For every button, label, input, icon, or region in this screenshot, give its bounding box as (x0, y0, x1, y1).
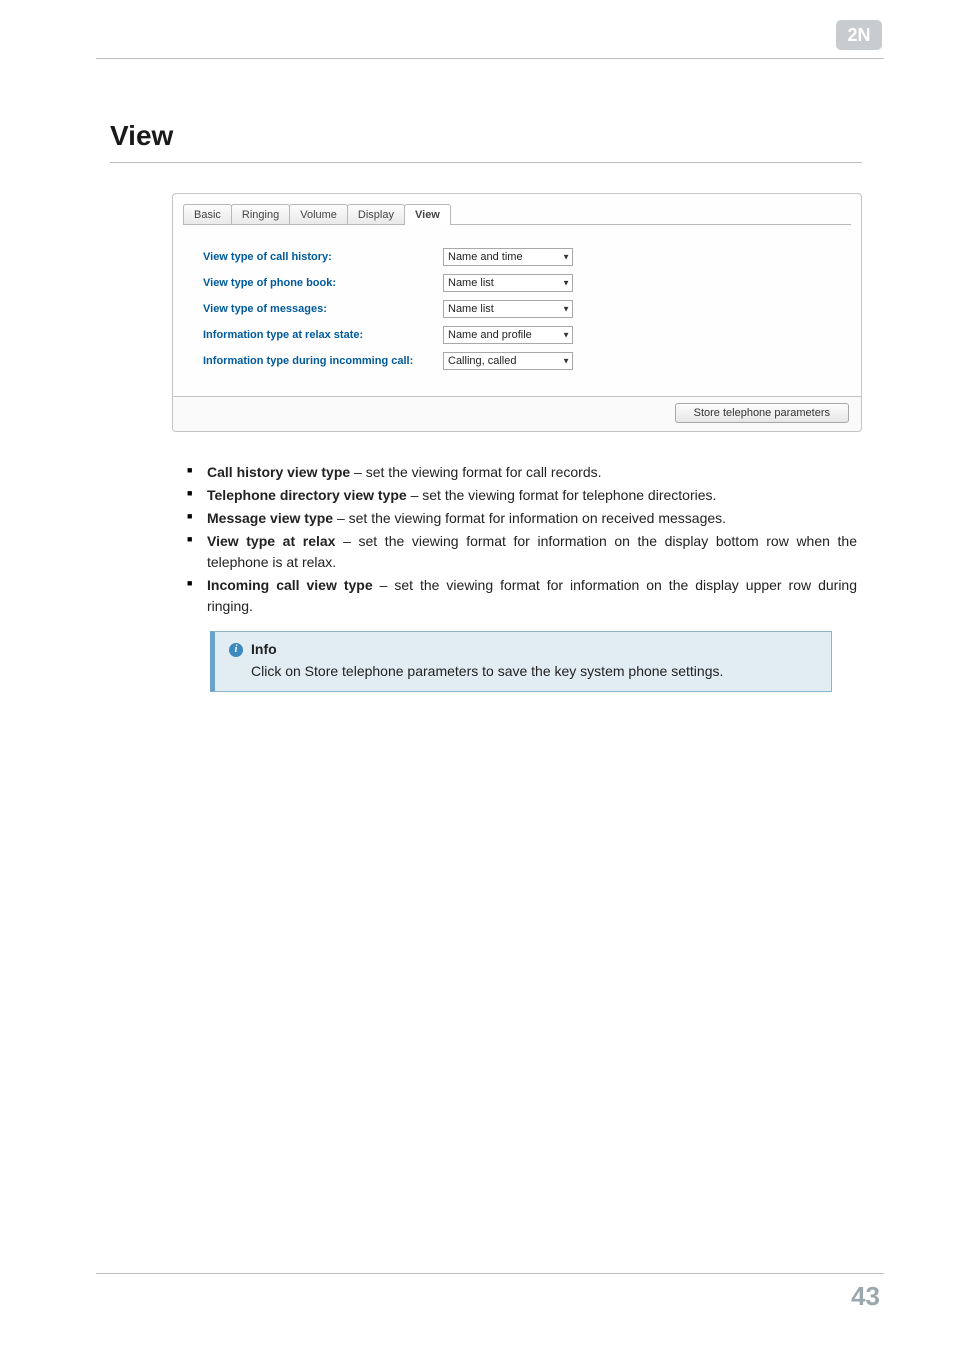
brand-logo: 2N (836, 20, 882, 50)
store-parameters-button[interactable]: Store telephone parameters (675, 403, 849, 423)
settings-panel: Basic Ringing Volume Display View View t… (172, 193, 862, 432)
label-phone-book: View type of phone book: (203, 277, 443, 289)
info-icon: i (229, 643, 243, 657)
list-item: Message view type – set the viewing form… (185, 508, 857, 529)
info-title: Info (251, 640, 277, 660)
tab-basic[interactable]: Basic (183, 204, 232, 225)
header-divider (96, 58, 884, 59)
label-incoming-call: Information type during incomming call: (203, 355, 443, 367)
footer-divider (96, 1273, 884, 1274)
label-relax-state: Information type at relax state: (203, 329, 443, 341)
tab-view[interactable]: View (404, 204, 451, 225)
svg-text:2N: 2N (847, 25, 870, 45)
row-call-history: View type of call history: Name and time… (203, 248, 843, 266)
tab-strip: Basic Ringing Volume Display View (173, 194, 861, 225)
row-phone-book: View type of phone book: Name list ▼ (203, 274, 843, 292)
label-messages: View type of messages: (203, 303, 443, 315)
info-body: Click on Store telephone parameters to s… (229, 662, 817, 682)
row-messages: View type of messages: Name list ▼ (203, 300, 843, 318)
select-phone-book[interactable]: Name list (443, 274, 573, 292)
page-title: View (110, 120, 862, 152)
info-callout: i Info Click on Store telephone paramete… (210, 631, 832, 692)
list-item: Telephone directory view type – set the … (185, 485, 857, 506)
title-divider (110, 162, 862, 163)
form-area: View type of call history: Name and time… (173, 226, 861, 396)
select-relax-state[interactable]: Name and profile (443, 326, 573, 344)
row-relax-state: Information type at relax state: Name an… (203, 326, 843, 344)
label-call-history: View type of call history: (203, 251, 443, 263)
select-call-history[interactable]: Name and time (443, 248, 573, 266)
select-messages[interactable]: Name list (443, 300, 573, 318)
select-incoming-call[interactable]: Calling, called (443, 352, 573, 370)
list-item: Call history view type – set the viewing… (185, 462, 857, 483)
row-incoming-call: Information type during incomming call: … (203, 352, 843, 370)
panel-footer: Store telephone parameters (173, 396, 861, 431)
list-item: Incoming call view type – set the viewin… (185, 575, 857, 617)
description-list: Call history view type – set the viewing… (185, 462, 857, 617)
list-item: View type at relax – set the viewing for… (185, 531, 857, 573)
page-number: 43 (851, 1281, 880, 1312)
tab-ringing[interactable]: Ringing (231, 204, 290, 225)
tab-display[interactable]: Display (347, 204, 405, 225)
tab-volume[interactable]: Volume (289, 204, 348, 225)
tab-divider (183, 224, 851, 225)
